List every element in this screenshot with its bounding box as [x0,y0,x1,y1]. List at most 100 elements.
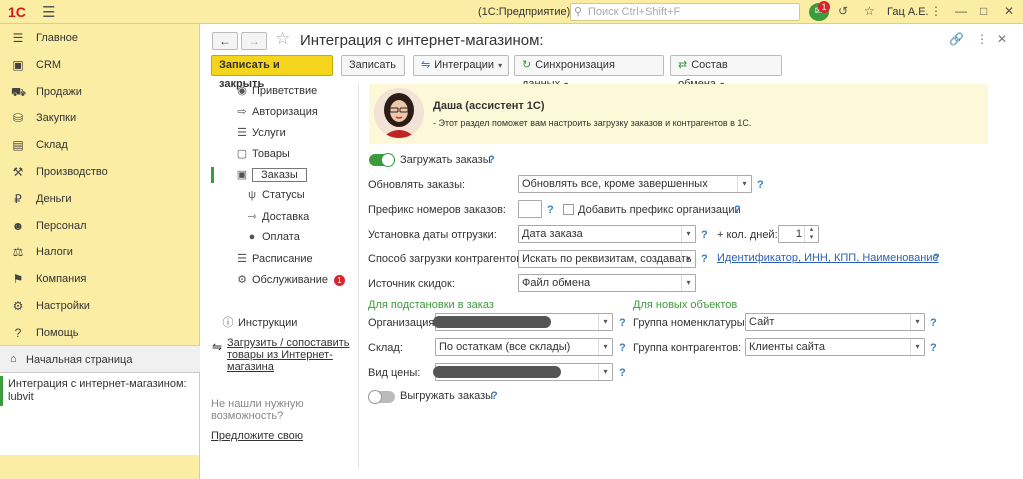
ship-date-select[interactable]: Дата заказа ▾ [518,225,696,243]
prefix-label: Префикс номеров заказов: [368,204,506,216]
window-menu-icon[interactable]: ⋮ [930,4,942,18]
add-prefix-help-icon[interactable]: ? [734,204,741,216]
contractor-group-select[interactable]: Клиенты сайта ▾ [745,338,925,356]
close-app-icon[interactable]: ✕ [1004,4,1014,18]
nav-item-delivery[interactable]: ⇾ Доставка [245,210,309,228]
sidebar-item-11[interactable]: ? Помощь [0,320,200,346]
sidebar-item-label: Главное [36,32,79,44]
sidebar-item-6[interactable]: ₽ Деньги [0,186,200,212]
days-label: + кол. дней: [717,229,778,241]
close-form-icon[interactable]: ✕ [997,32,1007,46]
update-orders-select[interactable]: Обновлять все, кроме завершенных ▾ [518,175,752,193]
maximize-icon[interactable]: □ [980,4,987,18]
integrations-menu-button[interactable]: ⇋ Интеграции ▾ [413,55,509,76]
contractor-mode-select[interactable]: Искать по реквизитам, создавать ▾ [518,250,696,268]
globe-icon: ◉ [237,85,247,97]
assistant-name: Даша (ассистент 1С) [433,100,545,112]
main-menu-icon[interactable]: ☰ [42,3,55,21]
stepper-arrows-icon[interactable]: ▴ ▾ [804,226,818,242]
nav-item-schedule[interactable]: ☰ Расписание [235,252,313,270]
sidebar-item-label: Помощь [36,326,79,339]
favorite-star-icon[interactable]: ☆ [275,29,290,49]
sidebar-item-0[interactable]: ☰ Главное [0,25,200,51]
basket-icon: ▣ [236,169,248,181]
forward-button[interactable]: → [241,32,267,50]
load-orders-toggle[interactable] [369,153,395,167]
unload-orders-toggle[interactable] [368,390,395,404]
taxes-icon: ⚖ [12,245,24,260]
nav-item-auth[interactable]: ⇨ Авторизация [235,105,317,123]
warehouse-help-icon[interactable]: ? [619,342,626,354]
history-icon[interactable]: ↺ [838,4,848,18]
minimize-icon[interactable]: — [955,4,967,18]
gear-icon: ⚙ [237,274,247,286]
instructions-link[interactable]: ⓘ Инструкции [221,314,298,332]
sync-menu-button[interactable]: ↻Синхронизация данных▾ [514,55,664,90]
company-icon: ⚑ [12,272,24,287]
user-name[interactable]: Гац А.Е. [887,6,929,18]
nav-item-maintenance[interactable]: ⚙ Обслуживание 1 [235,273,345,291]
ship-date-help-icon[interactable]: ? [701,229,708,241]
nav-item-orders[interactable]: ▣ Заказы [235,168,307,186]
sidebar-item-3[interactable]: ⛁ Закупки [0,105,200,131]
more-options-icon[interactable]: ⋮ [976,32,988,46]
save-button[interactable]: Записать [341,55,405,76]
price-type-help-icon[interactable]: ? [619,367,626,379]
organization-help-icon[interactable]: ? [619,317,626,329]
contractor-mode-label: Способ загрузки контрагентов: [368,253,526,265]
load-goods-link[interactable]: ⇋ Загрузить / сопоставить товары из Интер… [212,337,352,373]
suggest-link[interactable]: Предложите свою [211,430,303,442]
open-window-integration[interactable]: Интеграция с интернет-магазином: lubvit [0,376,199,406]
payment-icon: ● [248,231,256,243]
person-icon: ☻ [11,218,25,233]
update-orders-help-icon[interactable]: ? [757,179,764,191]
discount-source-select[interactable]: Файл обмена ▾ [518,274,696,292]
purchase-icon: ⛁ [12,111,24,126]
notifications-badge: 1 [818,1,830,13]
days-stepper[interactable]: 1 ▴ ▾ [778,225,819,243]
nav-separator [358,84,359,469]
sidebar-item-4[interactable]: ▤ Склад [0,132,200,158]
services-icon: ☰ [237,127,247,139]
nav-item-welcome[interactable]: ◉ Приветствие [235,84,317,102]
load-orders-help-icon[interactable]: ? [488,154,495,166]
contractor-fields-help-icon[interactable]: ? [933,252,940,264]
unload-orders-help-icon[interactable]: ? [491,390,498,402]
add-prefix-checkbox[interactable] [563,204,574,215]
prefix-help-icon[interactable]: ? [547,204,554,216]
sidebar-item-10[interactable]: ⚙ Настройки [0,293,200,319]
login-icon: ⇨ [237,106,247,118]
search-placeholder: Поиск Ctrl+Shift+F [588,6,681,18]
sidebar-item-5[interactable]: ⚒ Производство [0,159,200,185]
nomenclature-group-select[interactable]: Сайт ▾ [745,313,925,331]
warehouse-select[interactable]: По остаткам (все склады) ▾ [435,338,613,356]
back-button[interactable]: ← [212,32,238,50]
sidebar-item-9[interactable]: ⚑ Компания [0,266,200,292]
nav-item-statuses[interactable]: ψ Статусы [245,189,305,207]
dropdown-arrow-icon: ▾ [498,61,503,70]
favorites-icon[interactable]: ☆ [864,4,875,18]
sidebar-item-label: Закупки [36,112,77,125]
nav-item-services[interactable]: ☰ Услуги [235,126,286,144]
contractor-group-help-icon[interactable]: ? [930,342,937,354]
sidebar-item-8[interactable]: ⚖ Налоги [0,239,200,265]
sidebar-item-2[interactable]: ⛟ Продажи [0,79,200,105]
global-search-input[interactable]: ⚲ Поиск Ctrl+Shift+F [570,3,800,21]
save-and-close-button[interactable]: Записать и закрыть [211,55,333,90]
nav-item-payment[interactable]: ● Оплата [245,231,300,249]
link-icon[interactable]: 🔗 [949,32,964,46]
schedule-icon: ☰ [237,253,247,265]
sidebar-item-label: Продажи [36,85,82,98]
contractor-fields-link[interactable]: Идентификатор, ИНН, КПП, Наименование [717,252,939,264]
exchange-content-button[interactable]: ⇄Состав обмена▾ [670,55,782,90]
nav-item-goods[interactable]: ▢ Товары [235,147,290,165]
sidebar-item-1[interactable]: ▣ CRM [0,52,200,78]
unload-orders-label: Выгружать заказы [400,390,494,402]
maintenance-badge: 1 [333,275,345,286]
contractor-mode-help-icon[interactable]: ? [701,253,708,265]
dropdown-arrow-icon: ▾ [910,339,924,355]
sidebar-item-7[interactable]: ☻ Персонал [0,213,200,239]
prefix-input[interactable] [518,200,542,218]
home-page-link[interactable]: ⌂ Начальная страница [0,345,200,373]
nomenclature-group-help-icon[interactable]: ? [930,317,937,329]
